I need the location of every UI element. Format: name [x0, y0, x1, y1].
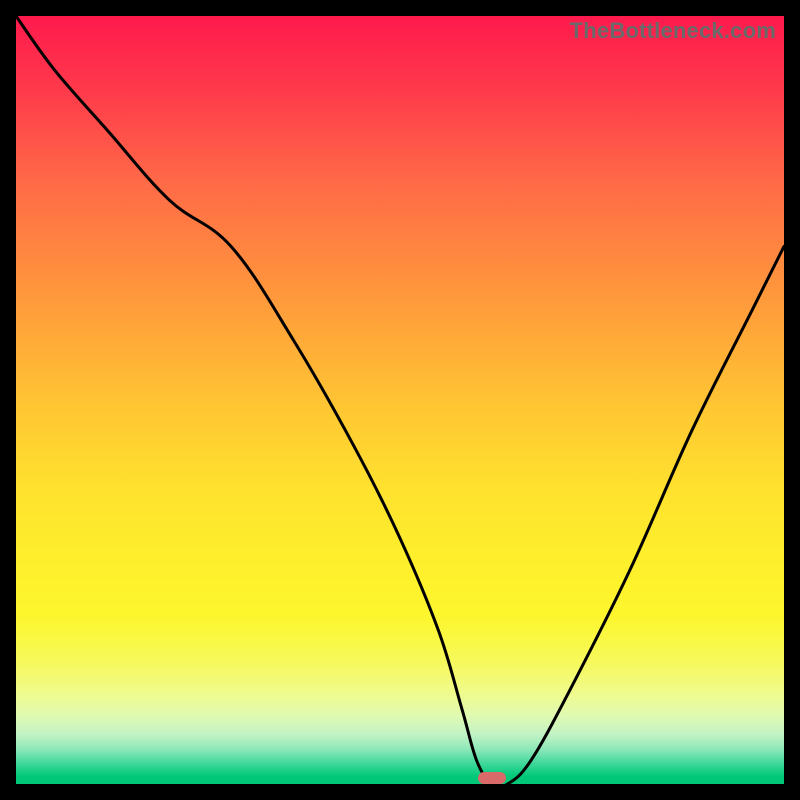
- watermark-text: TheBottleneck.com: [570, 18, 776, 44]
- chart-frame: TheBottleneck.com: [0, 0, 800, 800]
- bottleneck-curve: [16, 16, 784, 784]
- plot-area: TheBottleneck.com: [16, 16, 784, 784]
- optimal-point-marker: [478, 772, 506, 784]
